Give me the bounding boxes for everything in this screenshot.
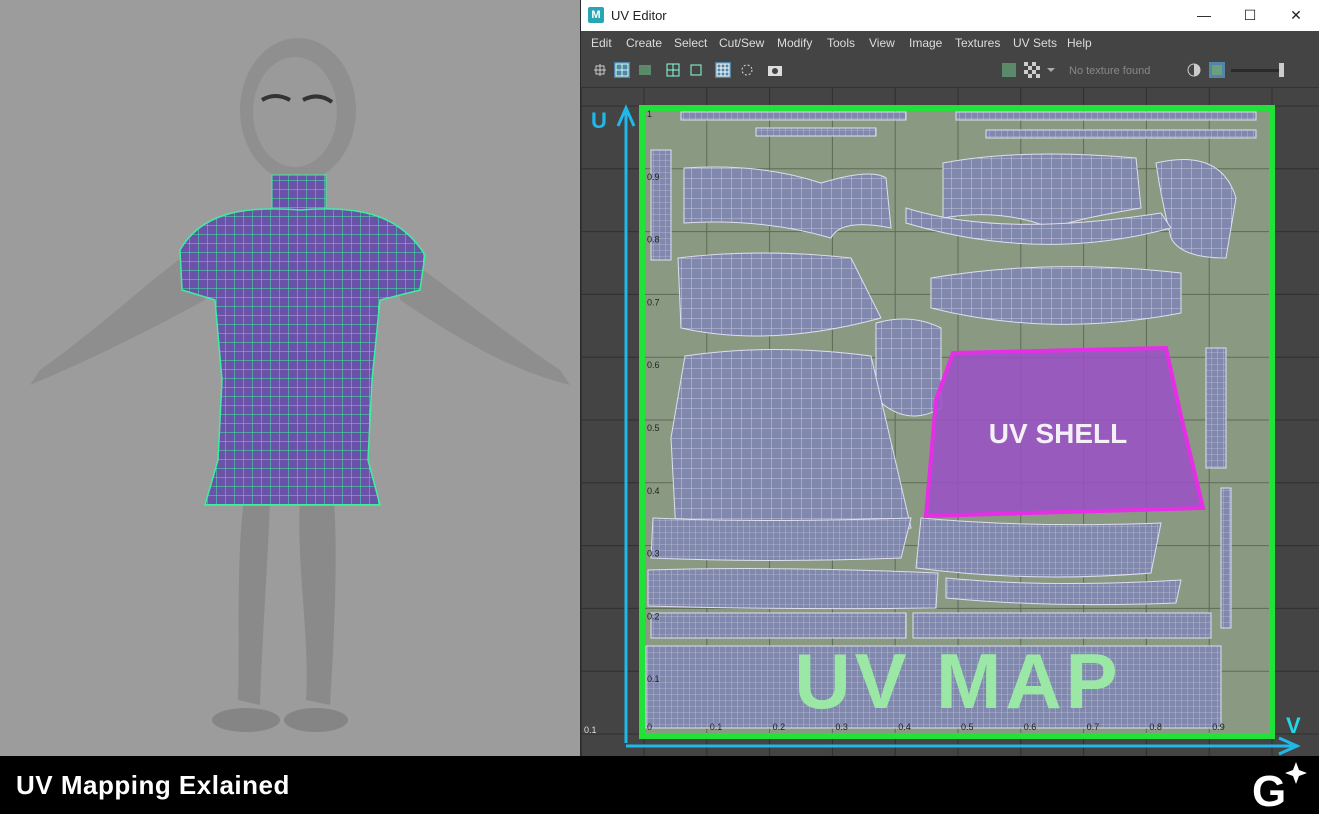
shaded-uv-icon[interactable] (739, 62, 755, 78)
grid-view-icon[interactable] (614, 62, 630, 78)
uv-col-label: 0.9 (1212, 722, 1225, 732)
menu-cut-sew[interactable]: Cut/Sew (719, 36, 764, 50)
uv-shell-label: UV SHELL (989, 418, 1127, 449)
window-title: UV Editor (611, 8, 667, 23)
menu-tools[interactable]: Tools (827, 36, 855, 50)
uv-col-label: 0.1 (710, 722, 723, 732)
menu-image[interactable]: Image (909, 36, 942, 50)
toolbar: No texture found (581, 55, 1319, 88)
menu-create[interactable]: Create (626, 36, 662, 50)
minimize-button[interactable]: — (1181, 0, 1227, 31)
menu-edit[interactable]: Edit (591, 36, 612, 50)
uv-col-label: 0.5 (961, 722, 974, 732)
uv-col-label: 0.3 (835, 722, 848, 732)
character-model (30, 38, 570, 732)
dim-slider-handle[interactable] (1279, 63, 1284, 77)
close-button[interactable]: ✕ (1273, 0, 1319, 31)
menu-view[interactable]: View (869, 36, 895, 50)
uv-viewport[interactable]: UV SHELL U V UV MAP 1 0.9 0.8 0.7 0.6 0.5 0.4 0… (581, 88, 1319, 756)
menu-bar: Edit Create Select Cut/Sew Modify Tools … (581, 31, 1319, 55)
uv-row-label: 0.5 (647, 423, 660, 433)
uv-col-label: 0.6 (1024, 722, 1037, 732)
uv-row-label: 0.2 (647, 611, 660, 621)
snapshot-camera-icon[interactable] (767, 62, 783, 78)
uv-row-label: 0.3 (647, 549, 660, 559)
maya-logo-icon: M (588, 7, 604, 23)
uv-row-label: 0.9 (647, 172, 660, 182)
checker-pattern-icon[interactable] (1024, 62, 1040, 78)
u-axis-label: U (591, 108, 607, 133)
menu-textures[interactable]: Textures (955, 36, 1000, 50)
uv-row-label: 0.8 (647, 235, 660, 245)
uv-row-label: 0.6 (647, 360, 660, 370)
corner-coordinate-label: 0.1 (584, 725, 597, 735)
uv-grid-icon[interactable] (665, 62, 681, 78)
caption-bar: UV Mapping Exlained G (0, 756, 1319, 814)
menu-modify[interactable]: Modify (777, 36, 812, 50)
display-image-icon[interactable] (1001, 62, 1017, 78)
dim-image-icon[interactable] (1209, 62, 1225, 78)
uv-row-label: 1 (647, 109, 652, 119)
caption-title: UV Mapping Exlained (16, 770, 290, 800)
image-display-icon[interactable] (637, 62, 653, 78)
uv-col-label: 0.4 (898, 722, 911, 732)
uv-col-label: 0.8 (1149, 722, 1162, 732)
menu-help[interactable]: Help (1067, 36, 1092, 50)
checker-grid-icon[interactable] (715, 62, 731, 78)
brand-letter: G (1252, 767, 1286, 812)
chevron-down-icon[interactable] (1046, 62, 1056, 78)
uv-col-label: 0 (647, 722, 652, 732)
3d-viewport[interactable] (0, 0, 580, 756)
title-bar[interactable]: M UV Editor — ☐ ✕ (581, 0, 1319, 31)
uv-row-label: 0.1 (647, 674, 660, 684)
menu-uv-sets[interactable]: UV Sets (1013, 36, 1057, 50)
uv-canvas[interactable]: UV SHELL U V UV MAP 1 0.9 0.8 0.7 0.6 0.5 0.4 0… (581, 88, 1319, 756)
menu-select[interactable]: Select (674, 36, 707, 50)
uv-col-label: 0.7 (1087, 722, 1100, 732)
exposure-icon[interactable] (1186, 62, 1202, 78)
frame-all-icon[interactable] (592, 62, 608, 78)
texture-status: No texture found (1069, 65, 1151, 77)
uv-row-label: 0.7 (647, 297, 660, 307)
pixel-snap-icon[interactable] (688, 62, 704, 78)
uv-editor-window[interactable]: M UV Editor — ☐ ✕ Edit Create Select Cut… (580, 0, 1319, 756)
brand-logo-icon: G (1252, 762, 1307, 812)
dim-slider-track[interactable] (1231, 69, 1281, 72)
maximize-button[interactable]: ☐ (1227, 0, 1273, 31)
uv-col-label: 0.2 (773, 722, 786, 732)
v-axis-label: V (1286, 713, 1301, 738)
uv-map-label: UV MAP (794, 637, 1121, 725)
uv-row-label: 0.4 (647, 486, 660, 496)
